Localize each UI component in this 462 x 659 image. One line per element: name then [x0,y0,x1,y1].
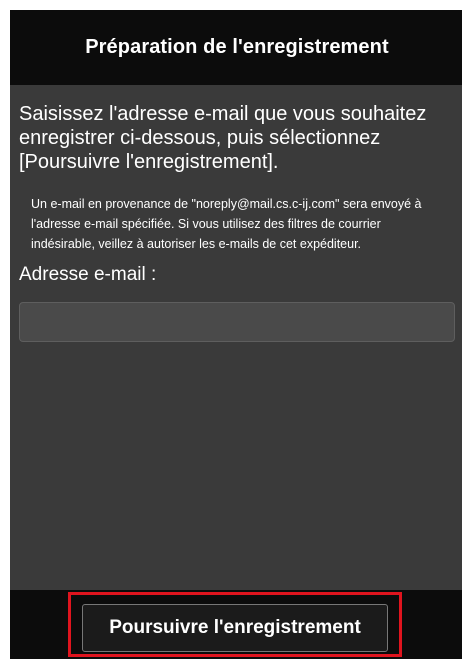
footer-bar: Poursuivre l'enregistrement [10,590,462,659]
email-field[interactable] [19,302,455,342]
page-title: Préparation de l'enregistrement [85,36,389,58]
header-bar: Préparation de l'enregistrement [10,10,462,85]
registration-screen: Préparation de l'enregistrement Saisisse… [10,10,462,659]
content-panel: Saisissez l'adresse e-mail que vous souh… [10,85,462,590]
email-field-label: Adresse e-mail : [19,264,157,285]
instruction-text: Saisissez l'adresse e-mail que vous souh… [19,103,427,173]
sender-note-text: Un e-mail en provenance de "noreply@mail… [31,197,422,251]
continue-registration-button[interactable]: Poursuivre l'enregistrement [82,604,388,652]
